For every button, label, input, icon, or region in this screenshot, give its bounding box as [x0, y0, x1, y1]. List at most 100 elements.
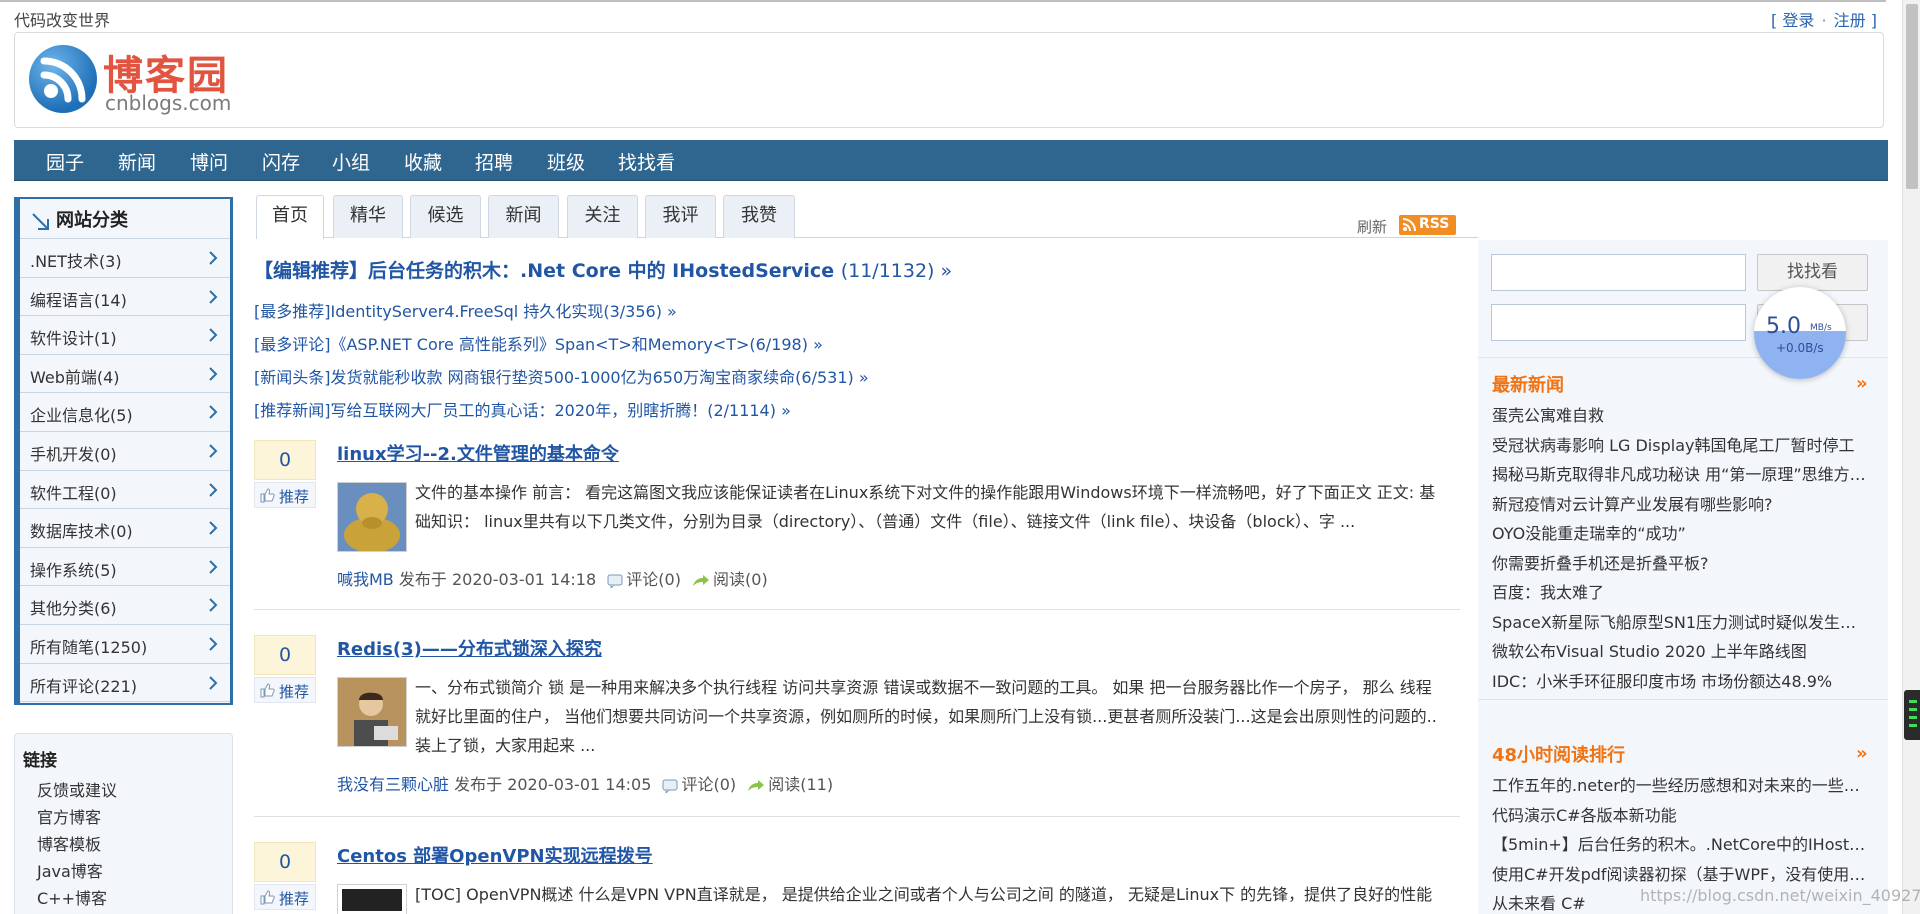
- category-item[interactable]: 编程语言(14): [20, 278, 230, 317]
- read-arrow-icon: [693, 574, 710, 586]
- category-item[interactable]: 软件设计(1): [20, 316, 230, 355]
- nav-item-flash[interactable]: 闪存: [262, 148, 300, 175]
- reading-rank-more-link[interactable]: »: [1856, 743, 1868, 764]
- rank-item[interactable]: 代码演示C#各版本新功能: [1492, 802, 1872, 826]
- news-item[interactable]: 你需要折叠手机还是折叠平板?: [1492, 550, 1872, 574]
- tab-essence[interactable]: 精华: [333, 195, 403, 238]
- author-avatar[interactable]: [337, 482, 407, 553]
- tab-news[interactable]: 新闻: [488, 195, 559, 238]
- link-feedback[interactable]: 反馈或建议: [37, 777, 117, 801]
- news-item[interactable]: 新冠疫情对云计算产业发展有哪些影响?: [1492, 491, 1872, 515]
- news-item[interactable]: 受冠状病毒影响 LG Display韩国龟尾工厂暂时停工: [1492, 432, 1872, 456]
- link-blog-templates[interactable]: 博客模板: [37, 831, 101, 855]
- tab-my-likes[interactable]: 我赞: [723, 195, 795, 238]
- link-java-blog[interactable]: Java博客: [37, 858, 103, 882]
- category-label[interactable]: 软件工程(0): [30, 480, 117, 504]
- rank-item[interactable]: 使用C#开发pdf阅读器初探（基于WPF，没有使用开源库）: [1492, 861, 1872, 885]
- user-links: [ 登录 · 注册 ]: [1771, 7, 1877, 31]
- category-label[interactable]: 所有评论(221): [30, 673, 137, 697]
- page-scrollbar[interactable]: [1902, 0, 1920, 914]
- search-input[interactable]: [1491, 254, 1746, 291]
- register-link[interactable]: 注册: [1834, 11, 1866, 30]
- news-item[interactable]: OYO没能重走瑞幸的“成功”: [1492, 520, 1872, 544]
- category-label[interactable]: .NET技术(3): [30, 248, 122, 272]
- post-title[interactable]: linux学习--2.文件管理的基本命令: [337, 440, 619, 466]
- search-button[interactable]: 找找看: [1757, 254, 1868, 291]
- refresh-link[interactable]: 刷新: [1357, 216, 1387, 237]
- post-author[interactable]: 喊我MB: [337, 570, 394, 589]
- category-item[interactable]: 操作系统(5): [20, 548, 230, 587]
- category-item[interactable]: .NET技术(3): [20, 239, 230, 278]
- link-cpp-blog[interactable]: C++博客: [37, 885, 107, 909]
- post-comments[interactable]: 评论(0): [681, 775, 736, 794]
- recommend-button[interactable]: 推荐: [254, 884, 316, 910]
- nav-item-search[interactable]: 找找看: [618, 148, 675, 175]
- rec-recommended-news[interactable]: [推荐新闻]写给互联网大厂员工的真心话：2020年，别瞎折腾！(2/1114) …: [254, 397, 791, 421]
- nav-item-questions[interactable]: 博问: [190, 148, 228, 175]
- search-input-secondary[interactable]: [1491, 304, 1746, 341]
- category-label[interactable]: 所有随笔(1250): [30, 634, 147, 658]
- category-item[interactable]: 所有随笔(1250): [20, 625, 230, 664]
- category-label[interactable]: 企业信息化(5): [30, 402, 133, 426]
- news-item[interactable]: 蛋壳公寓难自救: [1492, 402, 1872, 426]
- category-item[interactable]: 企业信息化(5): [20, 393, 230, 432]
- category-item[interactable]: 所有评论(221): [20, 664, 230, 703]
- scrollbar-thumb[interactable]: [1906, 4, 1918, 189]
- category-item[interactable]: 其他分类(6): [20, 586, 230, 625]
- news-item[interactable]: 百度：我太难了: [1492, 579, 1872, 603]
- author-avatar[interactable]: [337, 884, 407, 914]
- category-label[interactable]: 数据库技术(0): [30, 518, 133, 542]
- recommend-button[interactable]: 推荐: [254, 677, 316, 703]
- category-item[interactable]: 数据库技术(0): [20, 509, 230, 548]
- category-label[interactable]: 其他分类(6): [30, 595, 117, 619]
- news-item[interactable]: 揭秘马斯克取得非凡成功秘诀 用“第一原理”思维方式解决问题: [1492, 461, 1872, 485]
- latest-news-more-link[interactable]: »: [1856, 373, 1868, 394]
- post-title[interactable]: Centos 部署OpenVPN实现远程拨号: [337, 842, 653, 868]
- post-author[interactable]: 我没有三颗心脏: [337, 775, 449, 794]
- category-item[interactable]: Web前端(4): [20, 355, 230, 394]
- news-item[interactable]: SpaceX新星际飞船原型SN1压力测试时疑似发生爆炸: [1492, 609, 1872, 633]
- link-official-blog[interactable]: 官方博客: [37, 804, 101, 828]
- category-label[interactable]: 手机开发(0): [30, 441, 117, 465]
- tab-my-comments[interactable]: 我评: [645, 195, 716, 238]
- category-label[interactable]: 软件设计(1): [30, 325, 117, 349]
- nav-item-news[interactable]: 新闻: [118, 148, 156, 175]
- recommend-button[interactable]: 推荐: [254, 482, 316, 508]
- nav-item-jobs[interactable]: 招聘: [475, 148, 513, 175]
- post-summary: [TOC] OpenVPN概述 什么是VPN VPN直译就是， 是提供给企业之间…: [415, 885, 1433, 904]
- nav-item-favorites[interactable]: 收藏: [404, 148, 442, 175]
- rec-most-recommended[interactable]: [最多推荐]IdentityServer4.FreeSql 持久化实现(3/35…: [254, 298, 677, 322]
- rec-most-commented[interactable]: [最多评论]《ASP.NET Core 高性能系列》Span<T>和Memory…: [254, 331, 823, 355]
- nav-item-yuanzi[interactable]: 园子: [46, 148, 84, 175]
- chevron-right-icon: [209, 405, 218, 420]
- network-speed-widget[interactable]: 5.0 MB/s +0.0B/s: [1754, 287, 1846, 379]
- rss-logo-icon[interactable]: [29, 45, 97, 113]
- bracket-close: ]: [1870, 11, 1877, 30]
- post-comments[interactable]: 评论(0): [626, 570, 681, 589]
- category-item[interactable]: 软件工程(0): [20, 471, 230, 510]
- nav-item-groups[interactable]: 小组: [332, 148, 370, 175]
- tab-following[interactable]: 关注: [567, 195, 638, 238]
- rec-headline-news[interactable]: [新闻头条]发货就能秒收款 网商银行垫资500-1000亿为650万淘宝商家续命…: [254, 364, 869, 388]
- side-monitor-widget[interactable]: [1904, 690, 1920, 740]
- news-item[interactable]: 微软公布Visual Studio 2020 上半年路线图: [1492, 638, 1872, 662]
- featured-title[interactable]: 【编辑推荐】后台任务的积木：.Net Core 中的 IHostedServic…: [254, 260, 834, 282]
- category-label[interactable]: Web前端(4): [30, 364, 120, 388]
- login-link[interactable]: 登录: [1782, 11, 1814, 30]
- chevron-right-icon: [209, 637, 218, 651]
- featured-post[interactable]: 【编辑推荐】后台任务的积木：.Net Core 中的 IHostedServic…: [254, 256, 952, 283]
- rss-button[interactable]: RSS: [1399, 215, 1456, 235]
- rank-item[interactable]: 【5min+】后台任务的积木。.NetCore中的IHostedService: [1492, 831, 1872, 855]
- tab-candidates[interactable]: 候选: [410, 195, 481, 238]
- post-reads[interactable]: 阅读(11): [768, 775, 833, 794]
- post-title[interactable]: Redis(3)——分布式锁深入探究: [337, 635, 602, 661]
- rank-item[interactable]: 工作五年的.neter的一些经历感想和对未来的一些憧憬: [1492, 772, 1872, 796]
- nav-item-classes[interactable]: 班级: [547, 148, 585, 175]
- category-item[interactable]: 手机开发(0): [20, 432, 230, 471]
- category-label[interactable]: 操作系统(5): [30, 557, 117, 581]
- news-item[interactable]: IDC：小米手环征服印度市场 市场份额达48.9%: [1492, 668, 1872, 692]
- category-label[interactable]: 编程语言(14): [30, 287, 127, 311]
- post-reads[interactable]: 阅读(0): [713, 570, 768, 589]
- author-avatar[interactable]: [337, 677, 407, 747]
- tab-home[interactable]: 首页: [256, 195, 324, 239]
